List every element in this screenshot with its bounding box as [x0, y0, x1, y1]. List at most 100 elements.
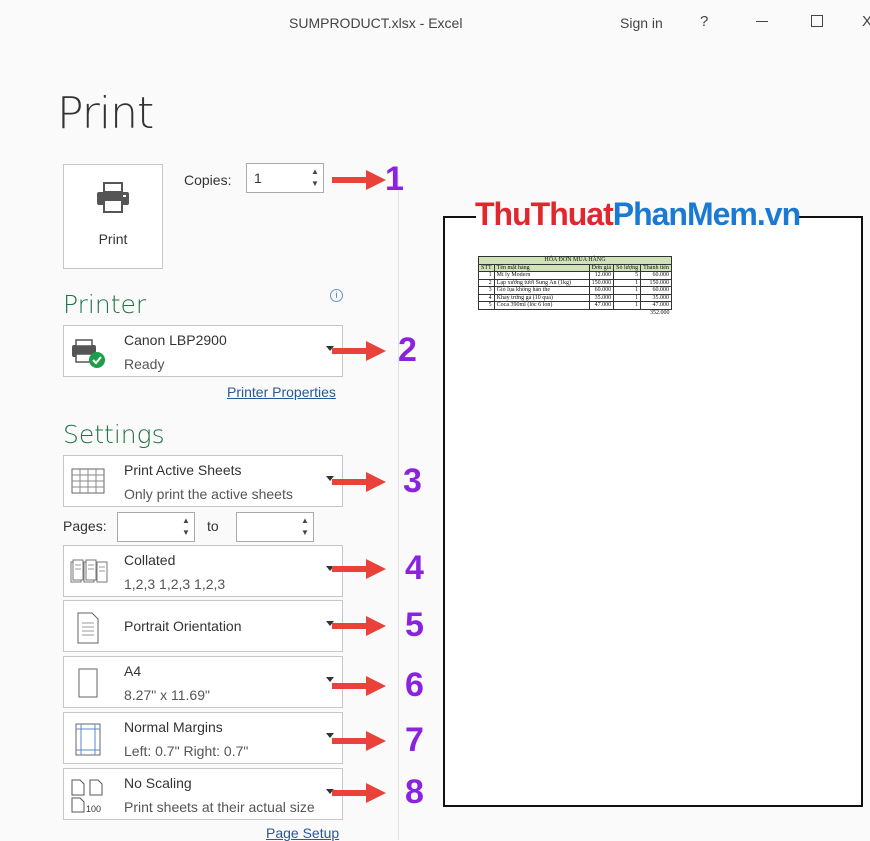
invoice-cell: 35.000	[640, 293, 672, 302]
table-row: 3 Giò lụa không hàn the 60.000 1 60.000	[478, 286, 672, 295]
scaling-icon: 100	[71, 779, 103, 813]
table-row: 4 Khay trứng gà (10 quả) 35.000 1 35.000	[478, 293, 672, 302]
invoice-cell: Giò lụa không hàn the	[493, 286, 590, 295]
maximize-icon[interactable]	[811, 15, 823, 27]
printer-icon	[97, 182, 129, 213]
spin-down-icon[interactable]: ▼	[300, 528, 310, 538]
invoice-cell: 1	[613, 278, 642, 287]
spin-up-icon[interactable]: ▲	[181, 516, 191, 526]
printer-status-icon	[72, 339, 105, 368]
printer-name: Canon LBP2900	[124, 332, 227, 348]
spin-up-icon[interactable]: ▲	[310, 167, 320, 177]
divider	[398, 175, 399, 840]
copies-stepper[interactable]: 1 ▲ ▼	[246, 163, 324, 193]
paper-size-subtitle: 8.27" x 11.69"	[124, 687, 210, 703]
invoice-total: 352.000	[649, 309, 670, 316]
invoice-cell: 2	[478, 278, 495, 287]
callout-arrow-icon	[332, 676, 386, 696]
callout-number: 3	[403, 462, 422, 500]
table-row: 352.000	[479, 309, 672, 316]
invoice-cell: 150.000	[640, 278, 672, 287]
invoice-header: Thành tiền	[640, 263, 672, 272]
printer-section-title: Printer	[63, 290, 147, 319]
invoice-cell: Lạp xưởng tươi Sung An (1kg)	[493, 278, 590, 287]
settings-section-title: Settings	[63, 420, 165, 449]
invoice-cell: 60.000	[640, 286, 672, 295]
callout-arrow-icon	[332, 341, 386, 361]
collation-subtitle: 1,2,3 1,2,3 1,2,3	[124, 576, 226, 592]
invoice-cell: 12.000	[588, 271, 615, 280]
callout-arrow-icon	[332, 783, 386, 803]
help-icon[interactable]: ?	[700, 13, 708, 30]
invoice-cell: 1	[613, 293, 642, 302]
spin-up-icon[interactable]: ▲	[300, 516, 310, 526]
invoice-header: Đơn giá	[588, 263, 615, 272]
callout-arrow-icon	[332, 616, 386, 636]
printer-properties-link[interactable]: Printer Properties	[227, 384, 336, 400]
copies-value: 1	[254, 170, 262, 186]
print-what-title: Print Active Sheets	[124, 462, 242, 478]
watermark-part: PhanMem	[612, 196, 758, 232]
invoice-cell: 3	[478, 286, 495, 295]
minimize-icon[interactable]	[756, 21, 768, 22]
portrait-page-icon	[77, 612, 99, 644]
invoice-cell: Coca 390ml (lốc 6 lon)	[493, 301, 590, 310]
pages-from-input[interactable]: ▲ ▼	[117, 512, 195, 542]
scaling-title: No Scaling	[124, 775, 192, 791]
scaling-dropdown[interactable]: 100 No Scaling Print sheets at their act…	[63, 768, 343, 820]
print-button[interactable]: Print	[63, 164, 163, 269]
callout-number: 1	[385, 160, 404, 198]
print-what-subtitle: Only print the active sheets	[124, 486, 293, 502]
invoice-cell: 47.000	[588, 301, 615, 310]
invoice-cell: 150.000	[588, 278, 615, 287]
preview-invoice-table: HÓA ĐƠN MUA HÀNG STT Tên mặt hàng Đơn gi…	[478, 256, 672, 316]
watermark-part: .vn	[756, 196, 801, 232]
invoice-header: Số lượng	[613, 263, 642, 272]
table-row: 1 Mì ly Modern 12.000 5 60.000	[478, 271, 672, 280]
collation-dropdown[interactable]: Collated 1,2,3 1,2,3 1,2,3	[63, 545, 343, 597]
callout-number: 6	[405, 666, 424, 704]
spin-down-icon[interactable]: ▼	[310, 179, 320, 189]
invoice-title: HÓA ĐƠN MUA HÀNG	[478, 256, 672, 265]
invoice-header: STT	[478, 263, 495, 272]
invoice-cell: 60.000	[588, 286, 615, 295]
scaling-subtitle: Print sheets at their actual size	[124, 799, 315, 815]
spin-down-icon[interactable]: ▼	[181, 528, 191, 538]
pages-label: Pages:	[63, 518, 107, 534]
paper-size-title: A4	[124, 663, 142, 679]
margins-title: Normal Margins	[124, 719, 223, 735]
collation-title: Collated	[124, 552, 176, 568]
invoice-cell: 47.000	[640, 301, 672, 310]
svg-text:100: 100	[86, 804, 101, 813]
close-icon[interactable]: X	[862, 13, 870, 30]
page-title: Print	[57, 88, 154, 139]
invoice-cell: Khay trứng gà (10 quả)	[493, 293, 590, 302]
pages-to-input[interactable]: ▲ ▼	[236, 512, 314, 542]
invoice-cell: 5	[613, 271, 642, 280]
print-what-dropdown[interactable]: Print Active Sheets Only print the activ…	[63, 455, 343, 507]
collated-pages-icon	[70, 559, 108, 583]
printer-dropdown[interactable]: Canon LBP2900 Ready	[63, 325, 343, 377]
orientation-dropdown[interactable]: Portrait Orientation	[63, 600, 343, 652]
margins-dropdown[interactable]: Normal Margins Left: 0.7" Right: 0.7"	[63, 712, 343, 764]
sign-in-link[interactable]: Sign in	[620, 15, 663, 31]
callout-number: 4	[405, 549, 424, 587]
invoice-cell: 60.000	[640, 271, 672, 280]
invoice-cell: 1	[478, 271, 495, 280]
printer-status: Ready	[124, 356, 165, 372]
copies-label: Copies:	[184, 172, 232, 188]
window-title: SUMPRODUCT.xlsx - Excel	[289, 15, 463, 31]
watermark-part: ThuThuat	[475, 196, 614, 232]
invoice-header: Tên mặt hàng	[493, 263, 590, 272]
invoice-cell: 35.000	[588, 293, 615, 302]
callout-arrow-icon	[332, 472, 386, 492]
paper-size-icon	[78, 668, 98, 698]
page-setup-link[interactable]: Page Setup	[266, 825, 339, 841]
info-icon[interactable]: i	[330, 289, 343, 302]
callout-number: 5	[405, 606, 424, 644]
paper-size-dropdown[interactable]: A4 8.27" x 11.69"	[63, 656, 343, 708]
table-row: 2 Lạp xưởng tươi Sung An (1kg) 150.000 1…	[478, 278, 672, 287]
margins-subtitle: Left: 0.7" Right: 0.7"	[124, 743, 249, 759]
preview-border-top	[443, 216, 476, 218]
callout-arrow-icon	[332, 170, 386, 190]
